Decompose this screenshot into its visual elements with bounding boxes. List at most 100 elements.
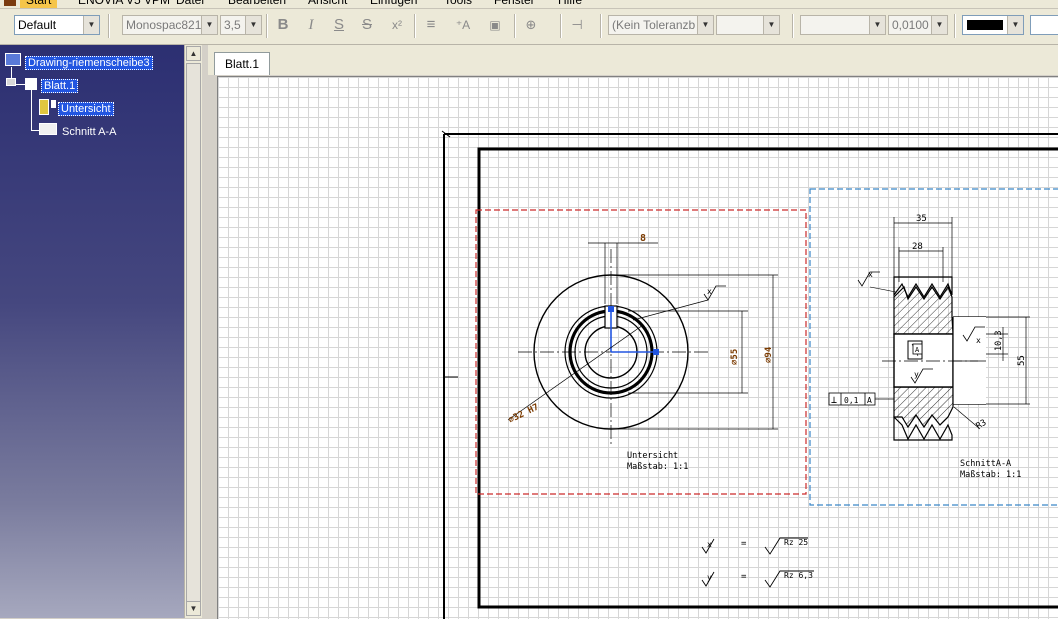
text-frame-icon[interactable]: ▣ xyxy=(484,14,506,36)
section-view-geometry[interactable] xyxy=(882,276,986,441)
chevron-down-icon[interactable]: ▼ xyxy=(763,16,779,34)
chevron-down-icon[interactable]: ▼ xyxy=(931,16,947,34)
style-combo[interactable]: Default ▼ xyxy=(14,15,100,35)
tree-node-sheet-label: Blatt.1 xyxy=(41,79,79,93)
toolbar-separator xyxy=(514,14,516,38)
dimension-properties-icon[interactable]: ⊣ xyxy=(566,14,588,36)
dimension-radius-3[interactable]: R3 xyxy=(975,418,989,432)
catia-app-icon[interactable] xyxy=(4,0,16,6)
panel-splitter[interactable] xyxy=(202,45,208,618)
legend-equals: = xyxy=(741,539,747,549)
sheet-tab-bar: Blatt.1 xyxy=(208,45,1058,75)
strikethrough-button[interactable]: S xyxy=(356,14,378,36)
section-view-name[interactable]: SchnittA-A xyxy=(960,459,1011,469)
dimension-35[interactable]: 35 xyxy=(916,214,927,224)
scroll-down-icon[interactable]: ▼ xyxy=(186,601,201,616)
chevron-down-icon[interactable]: ▼ xyxy=(869,16,885,34)
font-size-value: 3,5 xyxy=(224,18,241,32)
drawing-canvas[interactable]: 8 ⌀55 ⌀94 ⌀32 H7 x Untersicht Maßstab: 1… xyxy=(217,76,1058,619)
dimension-28[interactable]: 28 xyxy=(912,242,923,252)
section-view-scale[interactable]: Maßstab: 1:1 xyxy=(960,470,1021,480)
tolerance-combo[interactable]: (Kein Toleranzb ▼ xyxy=(608,15,714,35)
font-combo-value: Monospac821 xyxy=(126,18,202,32)
geometric-tolerance-frame[interactable]: ⊥ 0,1 A xyxy=(828,392,894,406)
menu-bar: Start ENOVIA V5 VPM Datei Bearbeiten Ans… xyxy=(0,0,1058,9)
color-swatch xyxy=(967,20,1003,30)
precision-combo-value: 0,0100 xyxy=(892,18,929,32)
menu-bearbeiten[interactable]: Bearbeiten xyxy=(228,0,286,8)
numerical-format-combo[interactable]: ▼ xyxy=(800,15,886,35)
underline-button[interactable]: S xyxy=(328,14,350,36)
chevron-down-icon[interactable]: ▼ xyxy=(201,16,217,34)
tree-scrollbar[interactable]: ▲ ▼ xyxy=(184,45,202,618)
legend-y-label: y xyxy=(707,573,712,582)
font-combo[interactable]: Monospac821 ▼ xyxy=(122,15,218,35)
dimension-diameter-32-h7[interactable]: ⌀32 H7 xyxy=(507,402,541,425)
superscript-button[interactable]: x² xyxy=(386,14,408,36)
tree-connector xyxy=(31,90,32,130)
tolerance-value-combo[interactable]: ▼ xyxy=(716,15,780,35)
tree-node-drawing[interactable]: Drawing-riemenscheibe3 xyxy=(25,55,153,71)
front-view-icon[interactable] xyxy=(39,99,49,115)
scroll-up-icon[interactable]: ▲ xyxy=(186,46,201,61)
chevron-down-icon[interactable]: ▼ xyxy=(83,16,99,34)
insert-symbol-icon[interactable]: ⊕ xyxy=(520,14,542,36)
dimension-8[interactable]: 8 xyxy=(640,233,646,244)
menu-hilfe[interactable]: Hilfe xyxy=(558,0,582,8)
menu-enovia[interactable]: ENOVIA V5 VPM xyxy=(78,0,170,8)
roughness-legend[interactable]: x = Rz 25 y = Rz 6,3 xyxy=(701,537,814,588)
align-left-icon[interactable]: ≡ xyxy=(420,14,442,36)
text-anchor-icon[interactable]: ⁺A xyxy=(452,14,474,36)
color-combo[interactable]: ▼ xyxy=(962,15,1024,35)
sheet-icon[interactable] xyxy=(25,78,37,90)
section-view-icon[interactable] xyxy=(39,123,57,135)
font-size-combo[interactable]: 3,5 ▼ xyxy=(220,15,262,35)
menu-start[interactable]: Start xyxy=(20,0,58,8)
drawing-icon[interactable] xyxy=(5,53,21,66)
tree-node-section-view[interactable]: Schnitt A-A xyxy=(60,124,118,140)
specification-tree: Drawing-riemenscheibe3 Blatt.1 Untersich… xyxy=(0,45,184,618)
italic-button[interactable]: I xyxy=(300,14,322,36)
menu-tools[interactable]: Tools xyxy=(444,0,472,8)
tolerance-datum-ref: A xyxy=(867,396,872,405)
menu-ansicht[interactable]: Ansicht xyxy=(308,0,347,8)
roughness-label-x-hub: x xyxy=(976,336,981,345)
tree-node-front-view[interactable]: Untersicht xyxy=(58,101,114,117)
chevron-down-icon[interactable]: ▼ xyxy=(1007,16,1023,34)
menu-fenster[interactable]: Fenster xyxy=(494,0,535,8)
toolbar-separator xyxy=(600,14,602,38)
front-view-scale[interactable]: Maßstab: 1:1 xyxy=(627,462,688,472)
chevron-down-icon[interactable]: ▼ xyxy=(697,16,713,34)
front-view-name[interactable]: Untersicht xyxy=(627,451,678,461)
dimension-55-side[interactable]: 55 xyxy=(1017,355,1027,366)
toolbar-separator xyxy=(414,14,416,38)
chevron-down-icon[interactable]: ▼ xyxy=(245,16,261,34)
toolbar-separator xyxy=(108,14,110,38)
menu-datei[interactable]: Datei xyxy=(176,0,204,8)
roughness-label-x: x xyxy=(707,287,712,296)
tree-node-sheet[interactable]: Blatt.1 xyxy=(41,78,79,94)
style-combo-value: Default xyxy=(18,18,57,32)
active-view-marker-icon xyxy=(51,100,56,108)
drawing-sheet[interactable]: 8 ⌀55 ⌀94 ⌀32 H7 x Untersicht Maßstab: 1… xyxy=(218,77,1058,619)
toolbar-separator xyxy=(954,14,956,38)
roughness-label-x-section: x xyxy=(868,270,873,279)
tolerance-combo-value: (Kein Toleranzb xyxy=(612,18,696,32)
precision-combo[interactable]: 0,0100 ▼ xyxy=(888,15,948,35)
bold-button[interactable]: B xyxy=(272,14,294,36)
text-properties-toolbar: Default ▼ Monospac821 ▼ 3,5 ▼ B I S S x²… xyxy=(0,9,1058,45)
dimension-diameter-55[interactable]: ⌀55 xyxy=(730,349,740,365)
line-weight-combo[interactable] xyxy=(1030,15,1058,35)
menu-einfuegen[interactable]: Einfügen xyxy=(370,0,417,8)
toolbar-separator xyxy=(792,14,794,38)
tree-connector xyxy=(31,130,39,131)
dimension-10-3[interactable]: 10,3 xyxy=(994,331,1004,351)
scroll-thumb[interactable] xyxy=(186,63,201,603)
front-view-geometry[interactable] xyxy=(518,249,708,447)
perpendicularity-icon: ⊥ xyxy=(831,395,837,406)
expand-toggle-icon[interactable] xyxy=(6,78,16,86)
tolerance-value: 0,1 xyxy=(844,396,859,405)
toolbar-separator xyxy=(560,14,562,38)
tab-blatt-1[interactable]: Blatt.1 xyxy=(214,52,271,75)
dimension-diameter-94[interactable]: ⌀94 xyxy=(764,346,774,363)
